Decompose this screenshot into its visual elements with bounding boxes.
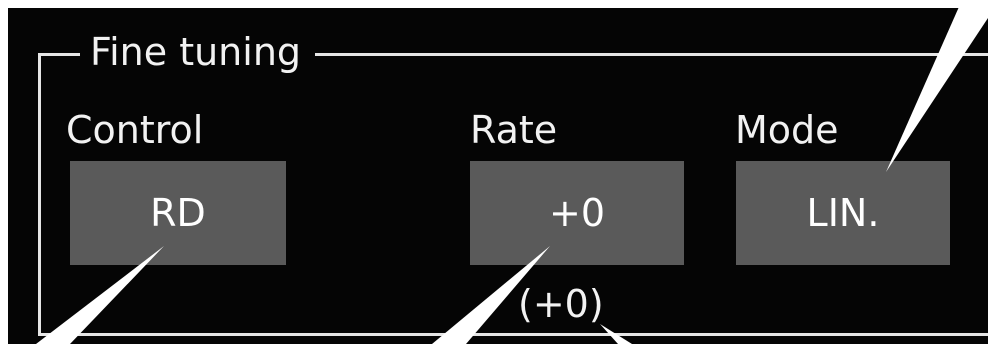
control-label: Control [66, 108, 204, 152]
mode-button[interactable]: LIN. [736, 161, 950, 265]
rate-button[interactable]: +0 [470, 161, 684, 265]
control-value: RD [150, 191, 206, 235]
mode-value: LIN. [806, 191, 880, 235]
control-button[interactable]: RD [70, 161, 286, 265]
group-title: Fine tuning [80, 28, 316, 76]
rate-label: Rate [470, 108, 558, 152]
mode-label: Mode [735, 108, 839, 152]
fine-tuning-screen: Fine tuning Control RD Rate +0 (+0) Mode… [8, 8, 988, 344]
rate-subvalue: (+0) [512, 280, 610, 328]
rate-value: +0 [548, 191, 606, 235]
